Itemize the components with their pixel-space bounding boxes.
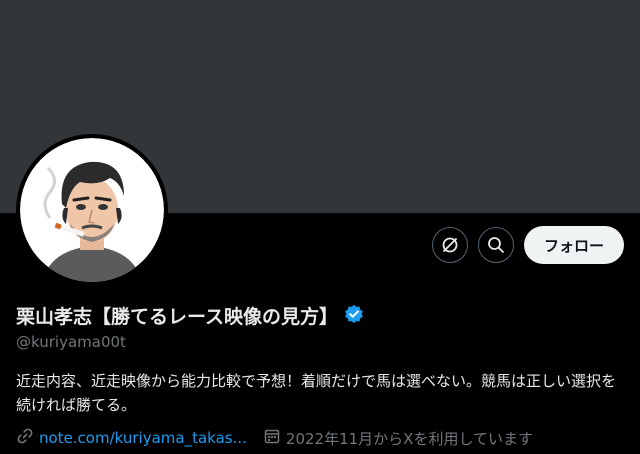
profile-meta: note.com/kuriyama_takas... 2022年11月からXを利… bbox=[16, 427, 533, 449]
search-icon[interactable] bbox=[478, 227, 514, 263]
follow-button[interactable]: フォロー bbox=[524, 226, 624, 264]
website-item: note.com/kuriyama_takas... bbox=[16, 427, 247, 449]
website-link[interactable]: note.com/kuriyama_takas... bbox=[39, 429, 247, 447]
user-handle: @kuriyama00t bbox=[16, 333, 126, 351]
name-row: 栗山孝志【勝てるレース映像の見方】 bbox=[16, 302, 364, 329]
calendar-icon bbox=[263, 427, 281, 449]
joined-item: 2022年11月からXを利用しています bbox=[263, 427, 533, 449]
avatar-illustration bbox=[20, 138, 164, 282]
profile-bio: 近走内容、近走映像から能力比較で予想！着順だけで馬は選べない。競馬は正しい選択を… bbox=[16, 372, 617, 414]
display-name: 栗山孝志【勝てるレース映像の見方】 bbox=[16, 306, 339, 328]
profile-avatar[interactable] bbox=[16, 134, 168, 286]
link-icon bbox=[16, 427, 34, 449]
profile-actions: フォロー bbox=[432, 226, 624, 264]
verified-badge-icon[interactable] bbox=[344, 304, 364, 328]
joined-date: 2022年11月からXを利用しています bbox=[285, 429, 533, 448]
grok-icon[interactable] bbox=[432, 227, 468, 263]
